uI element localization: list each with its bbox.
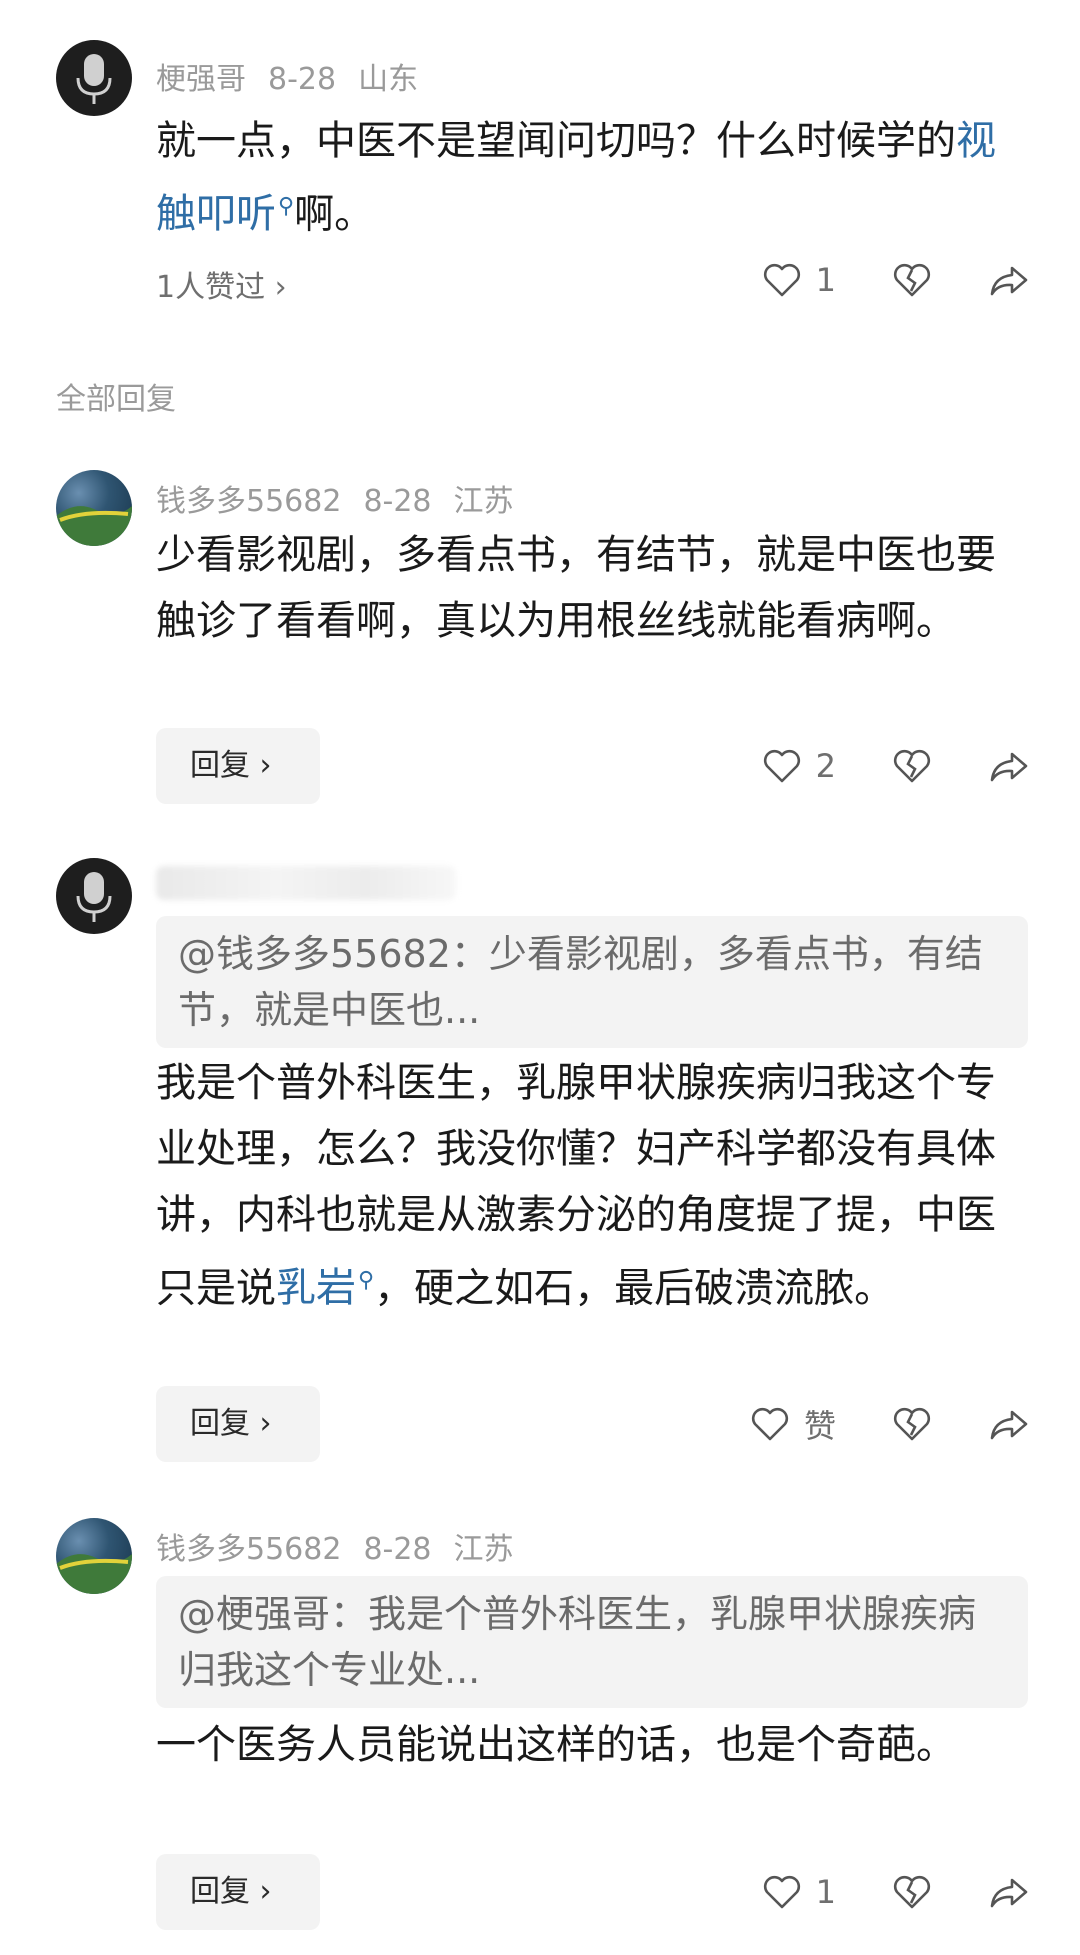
author-name[interactable]: 钱多多55682 (156, 1532, 341, 1567)
comment-actions: 1 (706, 250, 1030, 310)
share-icon (990, 752, 1028, 782)
heart-icon (763, 1875, 800, 1909)
comment-text: 少看影视剧，多看点书，有结节，就是中医也要触诊了看看啊，真以为用根丝线就能看病啊… (156, 532, 996, 644)
comment-meta: 钱多多55682 8-28 江苏 (156, 1524, 536, 1568)
share-icon (990, 1878, 1028, 1908)
quoted-reply[interactable]: @梗强哥：我是个普外科医生，乳腺甲状腺疾病归我这个专业处... (156, 1576, 1028, 1708)
like-count: 1 (815, 1873, 836, 1911)
search-icon: ⚲ (278, 194, 295, 219)
share-icon (990, 266, 1028, 296)
broken-heart-icon (893, 263, 931, 297)
heart-icon (763, 263, 800, 297)
comment-text: 一个医务人员能说出这样的话，也是个奇葩。 (156, 1722, 956, 1768)
microphone-icon (76, 54, 112, 104)
dislike-button[interactable] (892, 748, 932, 784)
heart-icon (763, 749, 800, 783)
quoted-reply[interactable]: @钱多多55682：少看影视剧，多看点书，有结节，就是中医也... (156, 916, 1028, 1048)
comment-meta: 钱多多55682 8-28 江苏 (156, 476, 536, 520)
heart-icon (751, 1407, 789, 1441)
search-link[interactable]: 乳岩⚲ (276, 1265, 374, 1311)
microphone-icon (76, 872, 112, 922)
broken-heart-icon (893, 1875, 931, 1909)
reply-button[interactable]: 回复 › (156, 1386, 320, 1462)
share-button[interactable] (988, 1874, 1030, 1910)
like-button[interactable]: 2 (762, 747, 836, 785)
landscape-avatar-icon (56, 1554, 132, 1594)
comment-text-part: 啊。 (294, 191, 375, 238)
likers-link[interactable]: 1人赞过 › (156, 262, 287, 306)
share-button[interactable] (988, 1406, 1030, 1442)
broken-heart-icon (893, 749, 931, 783)
comment-date: 8-28 (363, 1532, 432, 1567)
search-icon: ⚲ (358, 1268, 375, 1293)
author-name[interactable]: 梗强哥 (156, 62, 246, 97)
reply-button[interactable]: 回复 › (156, 1854, 320, 1930)
avatar[interactable] (56, 470, 132, 546)
comment-location: 江苏 (453, 1532, 514, 1567)
share-button[interactable] (988, 262, 1030, 298)
comment-text: 我是个普外科医生，乳腺甲状腺疾病归我这个专业处理，怎么？我没你懂？妇产科学都没有… (156, 1050, 1016, 1321)
dislike-button[interactable] (892, 1406, 932, 1442)
blurred-author-name (156, 866, 456, 900)
like-button[interactable]: 1 (762, 261, 836, 299)
dislike-button[interactable] (892, 262, 932, 298)
search-link-label: 乳岩 (276, 1265, 356, 1312)
author-name[interactable]: 钱多多55682 (156, 484, 341, 519)
like-button[interactable]: 赞 (750, 1401, 836, 1447)
landscape-avatar-icon (56, 506, 132, 546)
avatar[interactable] (56, 1518, 132, 1594)
comment-date: 8-28 (363, 484, 432, 519)
comment-location: 山东 (358, 62, 419, 97)
like-count: 1 (815, 261, 836, 299)
reply-button[interactable]: 回复 › (156, 728, 320, 804)
like-count: 2 (815, 747, 836, 785)
avatar[interactable] (56, 858, 132, 934)
share-icon (990, 1410, 1028, 1440)
like-button[interactable]: 1 (762, 1873, 836, 1911)
comment-text-part: 就一点，中医不是望闻问切吗？什么时候学的 (156, 118, 956, 164)
comment-actions: 2 (706, 736, 1030, 796)
comment-date: 8-28 (268, 62, 337, 97)
dislike-button[interactable] (892, 1874, 932, 1910)
avatar[interactable] (56, 40, 132, 116)
comment-text-part: ，硬之如石，最后破溃流脓。 (374, 1265, 895, 1312)
comment-text: 就一点，中医不是望闻问切吗？什么时候学的视触叩听⚲啊。 (156, 108, 1016, 247)
like-label: 赞 (803, 1407, 836, 1445)
section-label: 全部回复 (56, 382, 176, 417)
comment-actions: 1 (706, 1862, 1030, 1922)
share-button[interactable] (988, 748, 1030, 784)
comment-meta: 梗强哥 8-28 山东 (156, 54, 440, 98)
comment-location: 江苏 (453, 484, 514, 519)
comment-actions: 赞 (694, 1394, 1030, 1454)
broken-heart-icon (893, 1407, 931, 1441)
